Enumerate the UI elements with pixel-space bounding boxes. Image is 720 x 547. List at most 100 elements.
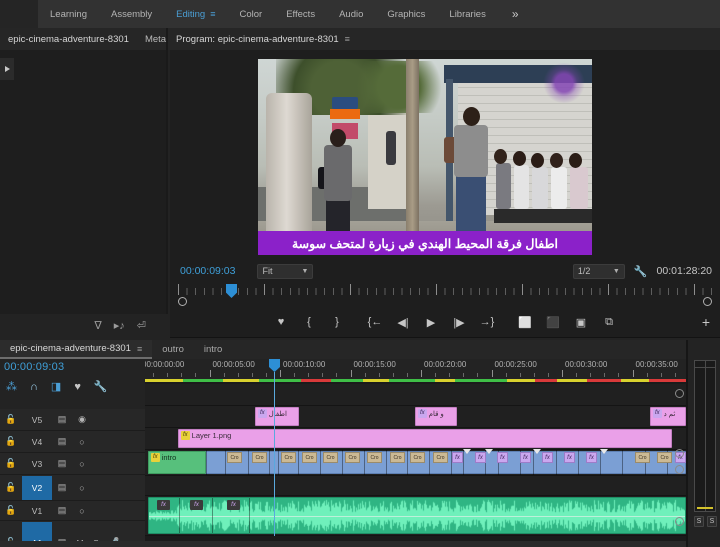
scroll-handle-4[interactable]: [675, 517, 684, 526]
sync-lock-icon[interactable]: ▤: [52, 414, 72, 425]
lock-icon[interactable]: 🔓: [0, 482, 22, 493]
workspace-tab-libraries[interactable]: Libraries: [437, 0, 497, 28]
timeline-tab-1[interactable]: outro: [152, 340, 194, 359]
track-lane-v2[interactable]: fx intro Cro Cro Cro Cro Cro Cro Cro Cro Cro Cro Cro…: [145, 449, 686, 476]
scroll-handle-3[interactable]: [675, 465, 684, 474]
scroll-handle-1[interactable]: [675, 389, 684, 398]
track-lane-v4[interactable]: fx اطفال fx و قام fx ثم د: [145, 406, 686, 428]
mark-in-button[interactable]: {: [301, 314, 317, 330]
timeline-panel-menu-icon[interactable]: ≡: [137, 344, 142, 354]
keyframe-marker-icon[interactable]: [600, 449, 608, 454]
keyframe-marker-icon[interactable]: [463, 449, 471, 454]
export-frame-button[interactable]: ▣: [573, 314, 589, 330]
workarea-handle-left[interactable]: [178, 297, 187, 306]
project-preview-toggle[interactable]: [0, 58, 14, 80]
program-current-timecode[interactable]: 00:00:09:03: [180, 265, 235, 277]
keyframe-marker-icon[interactable]: [485, 449, 493, 454]
button-editor-button[interactable]: +: [702, 308, 710, 336]
clip-layer-png[interactable]: fx Layer 1.png: [178, 429, 672, 448]
program-playhead[interactable]: [226, 284, 237, 298]
track-name-v2[interactable]: V2: [22, 475, 52, 500]
comparison-view-button[interactable]: ⧉: [601, 314, 617, 330]
timeline-horizontal-scrollbar[interactable]: [0, 541, 686, 547]
workspace-tab-graphics[interactable]: Graphics: [375, 0, 437, 28]
sync-lock-icon[interactable]: ▤: [52, 505, 72, 516]
scroll-handle-2[interactable]: [675, 449, 684, 458]
lock-icon[interactable]: 🔓: [0, 436, 22, 447]
sequence-settings-icon[interactable]: ⁂: [6, 381, 17, 393]
lock-icon[interactable]: 🔓: [0, 458, 22, 469]
add-marker-button[interactable]: ♥: [273, 314, 289, 330]
track-header-v4[interactable]: 🔓 V4 ▤ ○: [0, 431, 145, 453]
ruler-label: 00:00:35:00: [635, 360, 678, 369]
workspace-tab-learning[interactable]: Learning: [38, 0, 99, 28]
workspace-menu-icon[interactable]: ≡: [210, 9, 215, 19]
track-lane-v5[interactable]: [145, 384, 686, 406]
solo-button-right[interactable]: S: [707, 516, 717, 527]
play-audio-icon[interactable]: ▸♪: [114, 320, 125, 332]
snap-magnet-icon[interactable]: ∩: [30, 381, 38, 393]
timeline-tab-2[interactable]: intro: [194, 340, 232, 359]
clip-intro[interactable]: fx intro: [148, 451, 206, 474]
timeline-track-area[interactable]: 00:00:00:00 00:00:05:00 00:00:10:00 00:00:1…: [145, 359, 686, 547]
sync-lock-icon[interactable]: ▤: [52, 436, 72, 447]
tab-program-monitor[interactable]: Program: epic-cinema-adventure-8301 ≡: [168, 28, 358, 50]
timeline-vertical-scrollbar[interactable]: [675, 381, 684, 541]
eye-icon[interactable]: ○: [72, 459, 92, 469]
sync-lock-icon[interactable]: ▤: [52, 482, 72, 493]
video-display-area[interactable]: اطفال فرقة المحيط الهندي في زيارة لمتحف …: [170, 50, 720, 260]
workspace-tab-effects[interactable]: Effects: [274, 0, 327, 28]
track-name-v4[interactable]: V4: [22, 437, 52, 447]
clip-audio-a1[interactable]: fx fx fx: [148, 497, 686, 534]
timeline-ruler[interactable]: 00:00:00:00 00:00:05:00 00:00:10:00 00:00:1…: [145, 359, 686, 379]
workspace-tab-editing[interactable]: Editing ≡: [164, 0, 227, 28]
filter-icon[interactable]: ∇: [94, 320, 101, 332]
tab-project[interactable]: epic-cinema-adventure-8301: [0, 28, 137, 50]
settings-wrench-icon[interactable]: 🔧: [634, 265, 648, 278]
add-marker-icon[interactable]: ♥: [74, 381, 81, 393]
track-header-v1[interactable]: 🔓 V1 ▤ ○: [0, 501, 145, 521]
keyframe-marker-icon[interactable]: [533, 449, 541, 454]
eye-icon[interactable]: ○: [72, 437, 92, 447]
lift-button[interactable]: ⬜: [517, 314, 533, 330]
lock-icon[interactable]: 🔓: [0, 414, 22, 425]
go-to-in-button[interactable]: {←: [367, 314, 383, 330]
track-lane-a1[interactable]: fx fx fx: [145, 496, 686, 536]
track-lane-v1[interactable]: [145, 476, 686, 496]
export-icon[interactable]: ⏎: [137, 320, 146, 332]
workspace-overflow-icon[interactable]: »: [498, 0, 533, 28]
clip-v4-1[interactable]: fx و قام: [415, 407, 457, 426]
extract-button[interactable]: ⬛: [545, 314, 561, 330]
eye-icon[interactable]: ○: [72, 483, 92, 493]
track-header-v3[interactable]: 🔓 V3 ▤ ○: [0, 453, 145, 475]
go-to-out-button[interactable]: →}: [479, 314, 495, 330]
mark-out-button[interactable]: }: [329, 314, 345, 330]
zoom-level-dropdown[interactable]: Fit ▼: [257, 263, 314, 279]
program-scrubbar[interactable]: [178, 284, 712, 306]
workspace-tab-assembly[interactable]: Assembly: [99, 0, 164, 28]
track-header-v5[interactable]: 🔓 V5 ▤ ◉: [0, 409, 145, 431]
solo-button-left[interactable]: S: [694, 516, 704, 527]
timeline-playhead-timecode[interactable]: 00:00:09:03: [4, 361, 64, 373]
timeline-tab-0[interactable]: epic-cinema-adventure-8301 ≡: [0, 340, 153, 359]
sync-lock-icon[interactable]: ▤: [52, 458, 72, 469]
timeline-settings-icon[interactable]: 🔧: [94, 381, 108, 393]
step-back-button[interactable]: ◀|: [395, 314, 411, 330]
track-name-v5[interactable]: V5: [22, 415, 52, 425]
playback-resolution-dropdown[interactable]: 1/2 ▼: [572, 263, 625, 279]
track-name-v3[interactable]: V3: [22, 459, 52, 469]
workspace-tab-audio[interactable]: Audio: [327, 0, 375, 28]
track-lane-v3[interactable]: fx Layer 1.png: [145, 428, 686, 450]
track-name-v1[interactable]: V1: [22, 506, 52, 516]
play-stop-button[interactable]: ▶: [423, 314, 439, 330]
lock-icon[interactable]: 🔓: [0, 505, 22, 516]
eye-icon[interactable]: ○: [72, 506, 92, 516]
eye-icon[interactable]: ◉: [72, 414, 92, 425]
linked-selection-icon[interactable]: ◨: [51, 381, 61, 393]
clip-v4-0[interactable]: fx اطفال: [255, 407, 299, 426]
workspace-tab-color[interactable]: Color: [228, 0, 275, 28]
track-header-v2[interactable]: 🔓 V2 ▤ ○: [0, 475, 145, 501]
workarea-handle-right[interactable]: [703, 297, 712, 306]
step-forward-button[interactable]: |▶: [451, 314, 467, 330]
panel-menu-icon[interactable]: ≡: [345, 34, 350, 44]
